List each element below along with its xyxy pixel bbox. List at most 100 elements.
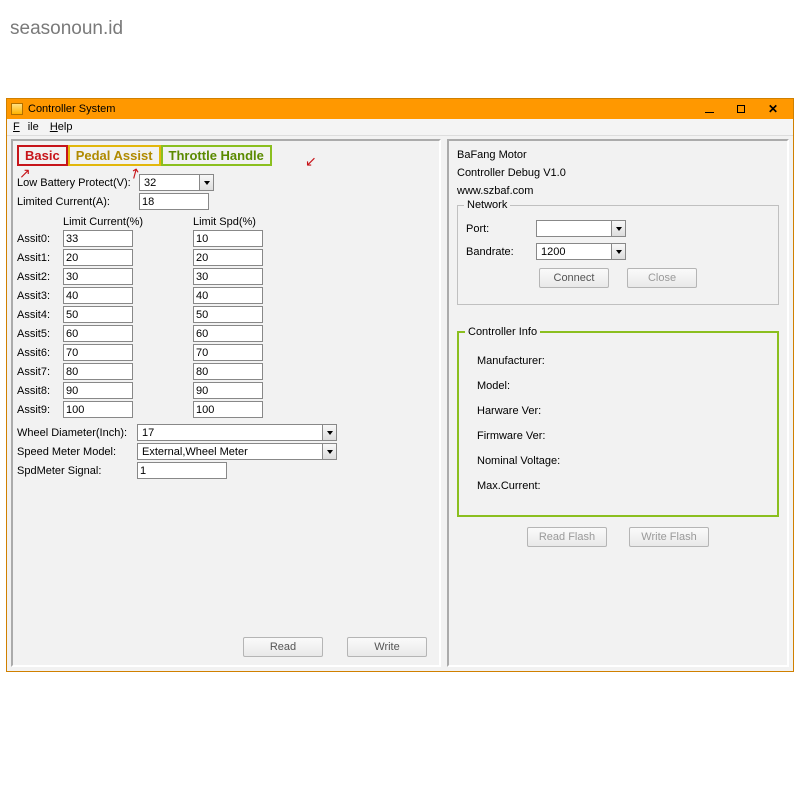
version-label: Controller Debug V1.0 (457, 167, 779, 179)
tab-strip: Basic Pedal Assist Throttle Handle ↙ (17, 145, 435, 166)
port-value[interactable] (536, 220, 611, 237)
titlebar[interactable]: Controller System (7, 99, 793, 119)
write-button[interactable]: Write (347, 637, 427, 657)
annotation-arrow-icon: ↗ (19, 165, 31, 182)
wheel-diameter-label: Wheel Diameter(Inch): (17, 427, 137, 439)
assist-spd-input[interactable]: 60 (193, 325, 263, 342)
port-combo[interactable] (536, 220, 626, 237)
app-icon (11, 103, 23, 115)
low-battery-label: Low Battery Protect(V): (17, 177, 139, 189)
wheel-diameter-value[interactable]: 17 (137, 424, 322, 441)
maximize-button[interactable] (725, 100, 757, 118)
assist-row-6: Assit6:7070 (17, 344, 435, 361)
url-label: www.szbaf.com (457, 185, 779, 197)
assist-spd-input[interactable]: 20 (193, 249, 263, 266)
assist-label: Assit2: (17, 271, 63, 283)
assist-spd-input[interactable]: 90 (193, 382, 263, 399)
limited-current-row: Limited Current(A): 18 (17, 193, 435, 210)
controller-info-group: Controller Info Manufacturer:Model:Harwa… (457, 331, 779, 517)
assist-spd-input[interactable]: 80 (193, 363, 263, 380)
low-battery-value[interactable]: 32 (139, 174, 199, 191)
write-flash-button[interactable]: Write Flash (629, 527, 709, 547)
assist-current-input[interactable]: 90 (63, 382, 133, 399)
assist-columns-header: Limit Current(%) Limit Spd(%) (17, 216, 435, 228)
limited-current-label: Limited Current(A): (17, 196, 139, 208)
read-button[interactable]: Read (243, 637, 323, 657)
assist-row-9: Assit9:100100 (17, 401, 435, 418)
speed-meter-value[interactable]: External,Wheel Meter (137, 443, 322, 460)
bandrate-combo[interactable]: 1200 (536, 243, 626, 260)
controller-info-item: Firmware Ver: (477, 424, 759, 449)
assist-current-input[interactable]: 40 (63, 287, 133, 304)
assist-spd-input[interactable]: 10 (193, 230, 263, 247)
speed-meter-combo[interactable]: External,Wheel Meter (137, 443, 337, 460)
assist-current-input[interactable]: 70 (63, 344, 133, 361)
assist-current-input[interactable]: 30 (63, 268, 133, 285)
assist-label: Assit9: (17, 404, 63, 416)
assist-row-1: Assit1:2020 (17, 249, 435, 266)
assist-label: Assit0: (17, 233, 63, 245)
assist-row-5: Assit5:6060 (17, 325, 435, 342)
assist-row-8: Assit8:9090 (17, 382, 435, 399)
tab-throttle-handle[interactable]: Throttle Handle (161, 145, 272, 166)
menubar: File Help (7, 119, 793, 136)
assist-current-input[interactable]: 60 (63, 325, 133, 342)
limit-spd-header: Limit Spd(%) (193, 216, 313, 228)
menu-file[interactable]: File (13, 121, 39, 133)
speed-meter-label: Speed Meter Model: (17, 446, 137, 458)
spd-signal-label: SpdMeter Signal: (17, 465, 137, 477)
limit-current-header: Limit Current(%) (63, 216, 193, 228)
left-button-bar: Read Write (243, 637, 427, 657)
bandrate-label: Bandrate: (466, 246, 536, 258)
chevron-down-icon[interactable] (611, 243, 626, 260)
close-conn-button[interactable]: Close (627, 268, 697, 288)
assist-current-input[interactable]: 20 (63, 249, 133, 266)
window-title: Controller System (26, 103, 693, 115)
limited-current-input[interactable]: 18 (139, 193, 209, 210)
assist-spd-input[interactable]: 30 (193, 268, 263, 285)
assist-row-3: Assit3:4040 (17, 287, 435, 304)
assist-current-input[interactable]: 33 (63, 230, 133, 247)
assist-current-input[interactable]: 100 (63, 401, 133, 418)
chevron-down-icon[interactable] (611, 220, 626, 237)
tab-basic[interactable]: Basic (17, 145, 68, 166)
window-buttons (693, 100, 789, 118)
bandrate-value[interactable]: 1200 (536, 243, 611, 260)
spd-signal-input[interactable]: 1 (137, 462, 227, 479)
assist-label: Assit7: (17, 366, 63, 378)
info-panel: BaFang Motor Controller Debug V1.0 www.s… (447, 139, 789, 667)
app-window: Controller System File Help Basic Pedal … (6, 98, 794, 672)
right-button-bar: Read Flash Write Flash (457, 527, 779, 547)
assist-current-input[interactable]: 50 (63, 306, 133, 323)
chevron-down-icon[interactable] (322, 443, 337, 460)
assist-spd-input[interactable]: 100 (193, 401, 263, 418)
close-button[interactable] (757, 100, 789, 118)
assist-row-2: Assit2:3030 (17, 268, 435, 285)
assist-spd-input[interactable]: 50 (193, 306, 263, 323)
assist-label: Assit4: (17, 309, 63, 321)
assist-label: Assit6: (17, 347, 63, 359)
low-battery-row: Low Battery Protect(V): 32 (17, 174, 435, 191)
read-flash-button[interactable]: Read Flash (527, 527, 607, 547)
assist-current-input[interactable]: 80 (63, 363, 133, 380)
wheel-diameter-combo[interactable]: 17 (137, 424, 337, 441)
assist-label: Assit3: (17, 290, 63, 302)
chevron-down-icon[interactable] (322, 424, 337, 441)
minimize-button[interactable] (693, 100, 725, 118)
connect-button[interactable]: Connect (539, 268, 609, 288)
menu-help[interactable]: Help (50, 121, 73, 133)
assist-spd-input[interactable]: 40 (193, 287, 263, 304)
client-area: Basic Pedal Assist Throttle Handle ↙ ↗ ↗… (7, 136, 793, 671)
low-battery-combo[interactable]: 32 (139, 174, 214, 191)
controller-info-item: Max.Current: (477, 474, 759, 499)
watermark-text: seasonoun.id (10, 18, 123, 40)
chevron-down-icon[interactable] (199, 174, 214, 191)
assist-label: Assit1: (17, 252, 63, 264)
bottom-settings: Wheel Diameter(Inch): 17 Speed Meter Mod… (17, 424, 435, 479)
controller-info-list: Manufacturer:Model:Harware Ver:Firmware … (467, 341, 769, 505)
assist-spd-input[interactable]: 70 (193, 344, 263, 361)
assist-row-0: Assit0:33 10 (17, 230, 435, 247)
assist-row-4: Assit4:5050 (17, 306, 435, 323)
assist-levels: Assit0:3310Assit1:2020Assit2:3030Assit3:… (17, 230, 435, 418)
tab-pedal-assist[interactable]: Pedal Assist (68, 145, 161, 166)
